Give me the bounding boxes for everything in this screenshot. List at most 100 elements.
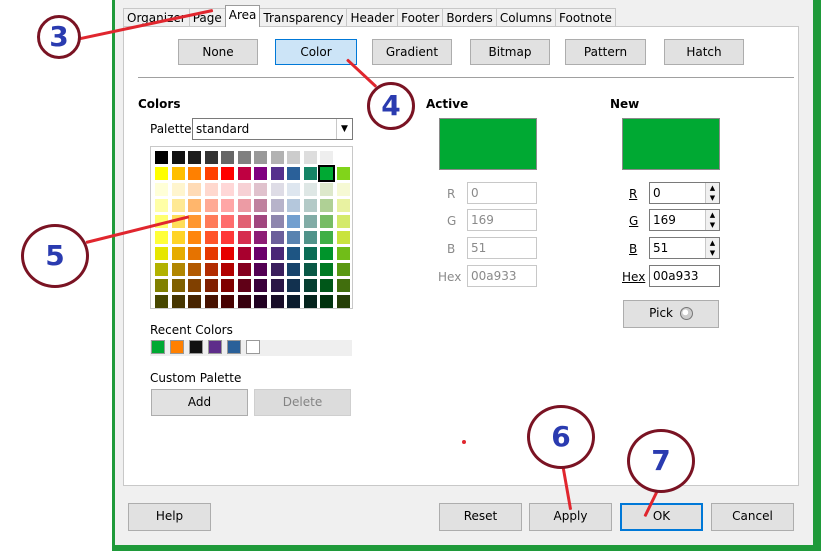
palette-swatch[interactable] [221,167,234,180]
palette-swatch[interactable] [320,183,333,196]
palette-swatch[interactable] [270,199,284,212]
tab-transparency[interactable]: Transparency [259,8,348,27]
palette-swatch[interactable] [270,263,284,276]
palette-swatch[interactable] [221,151,234,164]
palette-swatch[interactable] [204,231,218,244]
palette-swatch[interactable] [336,231,350,244]
palette-swatch[interactable] [287,167,300,180]
palette-swatch[interactable] [336,215,350,228]
palette-swatch[interactable] [270,231,284,244]
palette-swatch[interactable] [155,295,168,308]
tab-footnote[interactable]: Footnote [555,8,616,27]
palette-swatch[interactable] [320,231,333,244]
palette-swatch[interactable] [155,231,168,244]
palette-swatch[interactable] [171,231,185,244]
palette-swatch[interactable] [270,215,284,228]
palette-swatch[interactable] [287,279,300,292]
palette-swatch[interactable] [303,279,317,292]
palette-swatch[interactable] [237,199,251,212]
palette-swatch[interactable] [188,199,201,212]
palette-swatch[interactable] [188,263,201,276]
tab-columns[interactable]: Columns [495,8,557,27]
palette-swatch[interactable] [254,279,267,292]
help-button[interactable]: Help [128,503,211,531]
palette-swatch[interactable] [171,183,185,196]
palette-swatch[interactable] [221,199,234,212]
spin-buttons-icon[interactable]: ▲ ▼ [705,210,719,230]
palette-swatch[interactable] [254,231,267,244]
palette-swatch[interactable] [171,295,185,308]
palette-swatch[interactable] [336,199,350,212]
reset-button[interactable]: Reset [439,503,522,531]
palette-swatch[interactable] [336,247,350,260]
palette-swatch[interactable] [254,247,267,260]
palette-swatch[interactable] [270,247,284,260]
palette-swatch[interactable] [155,151,168,164]
recent-color-swatch[interactable] [151,340,165,354]
new-g-field[interactable]: 169 ▲ ▼ [649,209,720,231]
palette-swatch[interactable] [320,247,333,260]
palette-swatch[interactable] [237,167,251,180]
palette-swatch[interactable] [254,215,267,228]
palette-select[interactable]: standard ▼ [192,118,353,140]
palette-swatch[interactable] [204,279,218,292]
fill-hatch-button[interactable]: Hatch [664,39,744,65]
palette-swatch[interactable] [303,183,317,196]
palette-swatch[interactable] [204,247,218,260]
palette-swatch[interactable] [221,231,234,244]
palette-swatch[interactable] [171,151,185,164]
palette-swatch[interactable] [254,167,267,180]
palette-swatch[interactable] [320,263,333,276]
fill-none-button[interactable]: None [178,39,258,65]
palette-swatch[interactable] [270,151,284,164]
recent-color-swatch[interactable] [208,340,222,354]
recent-color-swatch[interactable] [246,340,260,354]
palette-swatch[interactable] [318,165,335,182]
palette-swatch[interactable] [204,167,218,180]
palette-swatch[interactable] [287,199,300,212]
palette-swatch[interactable] [237,151,251,164]
palette-swatch[interactable] [237,183,251,196]
palette-swatch[interactable] [237,263,251,276]
cancel-button[interactable]: Cancel [711,503,794,531]
palette-swatch[interactable] [303,263,317,276]
palette-swatch[interactable] [254,183,267,196]
new-hex-field[interactable]: 00a933 [649,265,720,287]
new-b-field[interactable]: 51 ▲ ▼ [649,237,720,259]
palette-swatch[interactable] [171,247,185,260]
palette-swatch[interactable] [303,215,317,228]
palette-swatch[interactable] [270,167,284,180]
palette-swatch[interactable] [188,215,201,228]
palette-swatch[interactable] [336,295,350,308]
palette-swatch[interactable] [270,279,284,292]
fill-pattern-button[interactable]: Pattern [565,39,646,65]
palette-swatch[interactable] [254,295,267,308]
palette-swatch[interactable] [287,295,300,308]
palette-swatch[interactable] [237,295,251,308]
palette-swatch[interactable] [221,247,234,260]
palette-swatch[interactable] [320,199,333,212]
palette-swatch[interactable] [303,247,317,260]
palette-swatch[interactable] [336,279,350,292]
palette-swatch[interactable] [303,167,317,180]
palette-swatch[interactable] [254,263,267,276]
palette-swatch[interactable] [204,295,218,308]
tab-borders[interactable]: Borders [442,8,497,27]
palette-swatch[interactable] [303,231,317,244]
palette-swatch[interactable] [237,279,251,292]
fill-bitmap-button[interactable]: Bitmap [470,39,550,65]
spin-buttons-icon[interactable]: ▲ ▼ [705,238,719,258]
palette-swatch[interactable] [237,215,251,228]
palette-swatch[interactable] [287,183,300,196]
palette-swatch[interactable] [188,183,201,196]
palette-swatch[interactable] [204,183,218,196]
palette-swatch[interactable] [320,215,333,228]
palette-swatch[interactable] [221,215,234,228]
palette-swatch[interactable] [287,151,300,164]
spin-buttons-icon[interactable]: ▲ ▼ [705,183,719,203]
palette-swatch[interactable] [287,247,300,260]
palette-swatch[interactable] [188,279,201,292]
palette-swatch[interactable] [254,151,267,164]
recent-color-swatch[interactable] [170,340,184,354]
recent-color-swatch[interactable] [189,340,203,354]
